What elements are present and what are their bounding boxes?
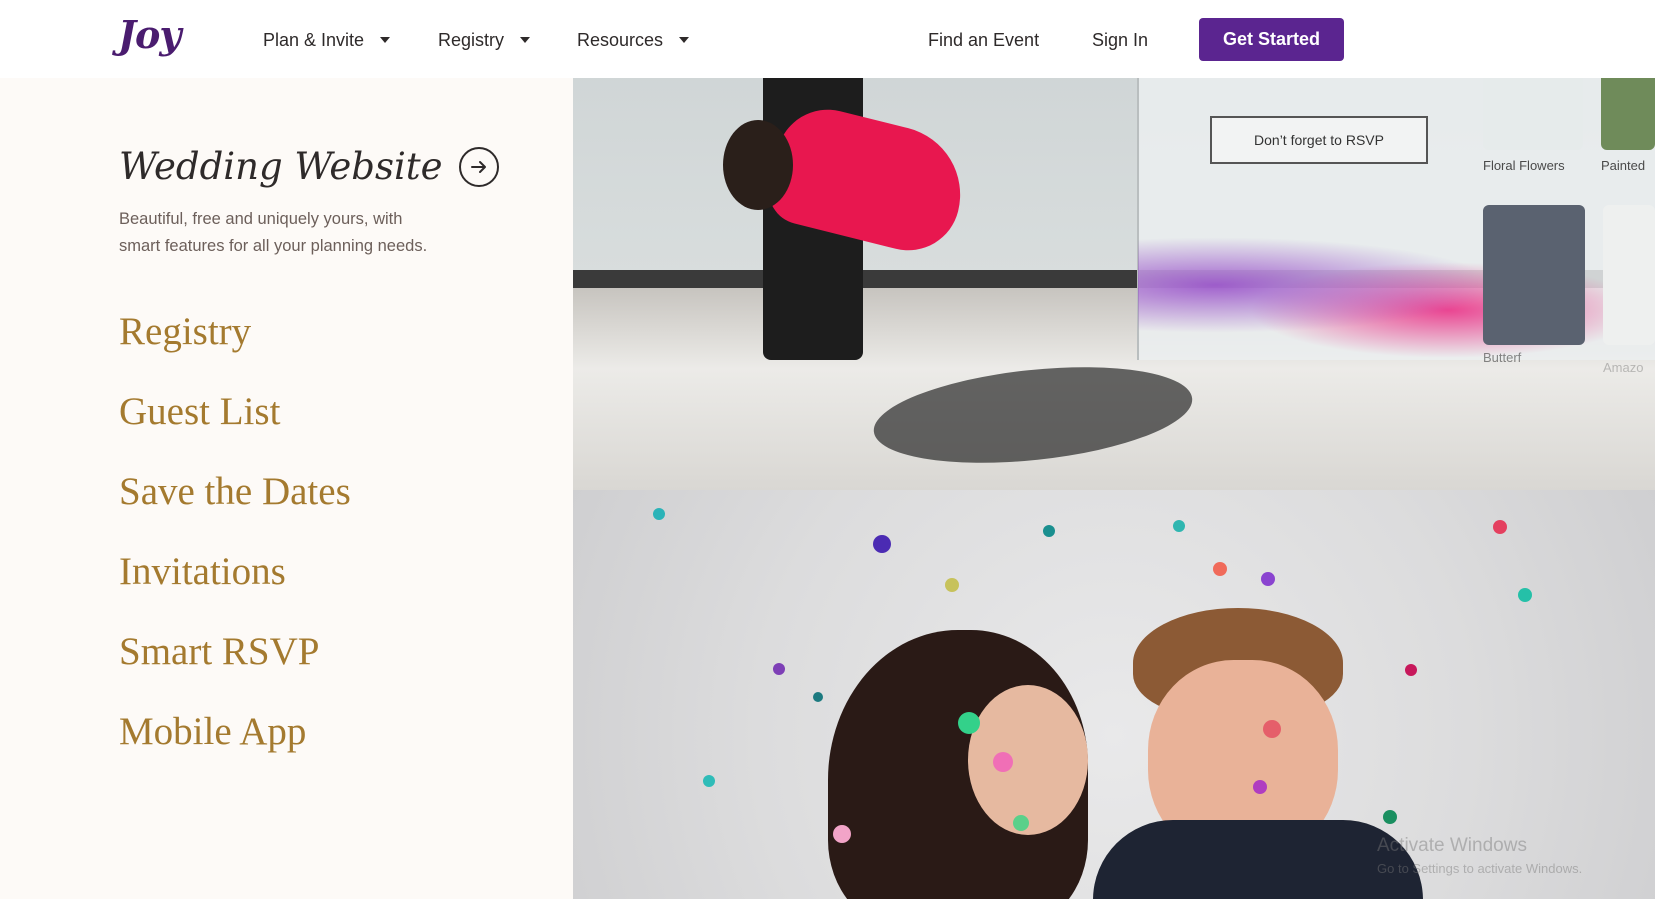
feature-menu: Wedding Website Beautiful, free and uniq…: [119, 145, 539, 788]
confetti: [1013, 815, 1029, 831]
menu-list: Registry Guest List Save the Dates Invit…: [119, 308, 539, 788]
confetti: [873, 535, 891, 553]
rsvp-card: Don’t forget to RSVP: [1210, 116, 1428, 164]
nav-registry[interactable]: Registry: [438, 28, 531, 52]
confetti: [1253, 780, 1267, 794]
confetti: [958, 712, 980, 734]
chevron-down-icon: [380, 37, 391, 43]
site-header: Joy Plan & Invite Registry Resources Fin…: [0, 0, 1655, 78]
amazon-tile: [1603, 205, 1655, 345]
tile-label-floral: Floral Flowers: [1483, 158, 1565, 173]
menu-item-guest-list[interactable]: Guest List: [119, 388, 539, 468]
confetti: [1213, 562, 1227, 576]
watermark-line1: Activate Windows: [1377, 835, 1527, 856]
nav-label: Resources: [577, 29, 664, 50]
tile-label-amazon: Amazo: [1603, 360, 1644, 375]
chevron-down-icon: [520, 37, 531, 43]
confetti: [833, 825, 851, 843]
arrow-right-icon: [470, 160, 486, 173]
nav-plan-invite[interactable]: Plan & Invite: [263, 28, 391, 52]
feature-title: Wedding Website: [119, 145, 443, 188]
confetti: [1261, 572, 1275, 586]
joy-logo[interactable]: Joy: [118, 12, 181, 57]
nav-label: Registry: [438, 29, 505, 50]
nav-resources[interactable]: Resources: [577, 28, 690, 52]
confetti: [1263, 720, 1281, 738]
menu-item-mobile-app[interactable]: Mobile App: [119, 708, 539, 788]
menu-item-invitations[interactable]: Invitations: [119, 548, 539, 628]
watermark-line2: Go to Settings to activate Windows.: [1377, 861, 1583, 876]
feature-description: Beautiful, free and uniquely yours, with…: [119, 210, 428, 255]
bride-face: [968, 685, 1088, 835]
nav-label: Plan & Invite: [263, 29, 365, 50]
tile-label-painted: Painted: [1601, 158, 1646, 173]
wedding-website-link[interactable]: Wedding Website: [119, 145, 539, 188]
confetti: [1383, 810, 1397, 824]
confetti: [1173, 520, 1185, 532]
activate-windows-watermark: Activate Windows Go to Settings to activ…: [1377, 835, 1582, 876]
confetti: [1043, 525, 1055, 537]
confetti: [703, 775, 715, 787]
couple-kiss-photo: Activate Windows Go to Settings to activ…: [573, 490, 1655, 899]
chevron-down-icon: [679, 37, 690, 43]
menu-item-save-the-dates[interactable]: Save the Dates: [119, 468, 539, 548]
arrow-right-circle-icon[interactable]: [458, 146, 499, 187]
butterfly-tile: [1483, 205, 1585, 345]
bride-hair: [723, 120, 793, 210]
confetti: [1493, 520, 1507, 534]
confetti: [993, 752, 1013, 772]
confetti: [653, 508, 665, 520]
confetti: [813, 692, 823, 702]
find-event-link[interactable]: Find an Event: [928, 28, 1039, 52]
confetti: [773, 663, 785, 675]
confetti: [945, 578, 959, 592]
confetti: [1405, 664, 1417, 676]
menu-item-smart-rsvp[interactable]: Smart RSVP: [119, 628, 539, 708]
confetti: [1518, 588, 1532, 602]
tile-label-butterfly: Butterf: [1483, 350, 1522, 365]
groom-suit: [1093, 820, 1423, 899]
menu-item-registry[interactable]: Registry: [119, 308, 539, 388]
sign-in-link[interactable]: Sign In: [1092, 28, 1148, 52]
get-started-button[interactable]: Get Started: [1199, 18, 1344, 61]
